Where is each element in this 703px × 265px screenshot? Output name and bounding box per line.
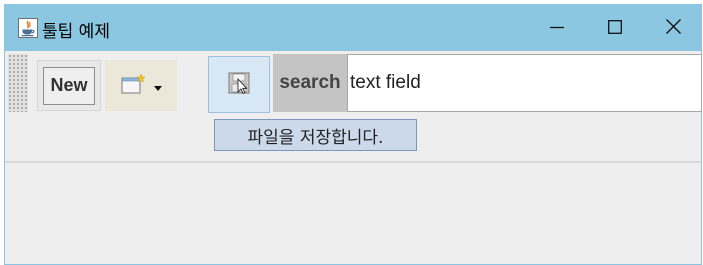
save-icon <box>226 70 252 100</box>
minimize-button[interactable] <box>528 5 586 51</box>
minimize-icon <box>550 19 564 38</box>
new-button[interactable]: New <box>37 60 101 111</box>
java-icon <box>18 18 38 38</box>
save-tooltip: 파일을 저장합니다. <box>214 119 417 151</box>
save-button[interactable] <box>208 56 270 113</box>
maximize-button[interactable] <box>586 5 644 51</box>
chevron-down-icon <box>154 76 162 95</box>
open-folder-icon <box>120 72 148 100</box>
search-label: search <box>273 54 347 112</box>
title-bar[interactable]: 툴팁 예제 <box>5 5 701 51</box>
open-dropdown-button[interactable] <box>105 60 177 111</box>
new-button-label: New <box>43 66 95 105</box>
close-button[interactable] <box>644 5 702 51</box>
toolbar-divider <box>5 161 701 163</box>
toolbar: New search text field <box>5 51 702 163</box>
window-title: 툴팁 예제 <box>42 22 110 42</box>
search-input[interactable] <box>347 54 702 112</box>
close-icon <box>665 18 681 38</box>
toolbar-grip-handle[interactable] <box>8 54 28 112</box>
maximize-icon <box>608 19 622 38</box>
app-window: 툴팁 예제 New search text field 파일을 저장합니다. <box>4 4 702 265</box>
